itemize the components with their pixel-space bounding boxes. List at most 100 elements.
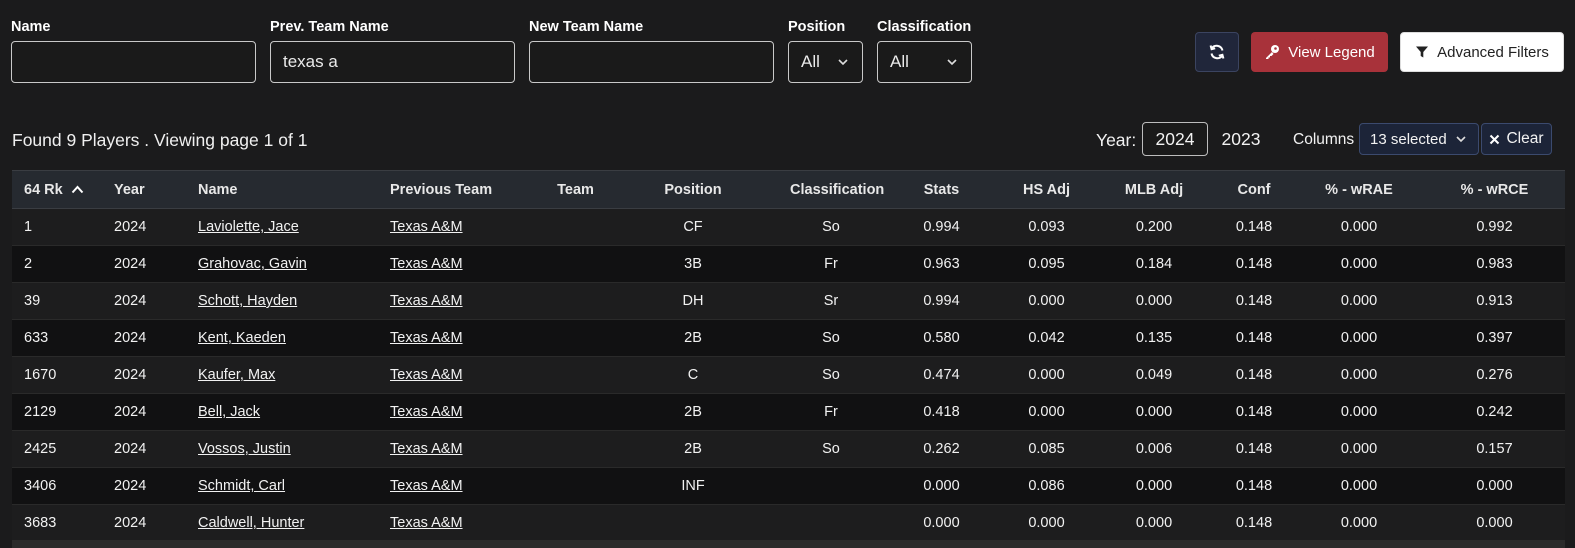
cell-previous-team: Texas A&M (378, 356, 543, 394)
cell-position: 2B (608, 393, 778, 431)
cell-wrae: 0.000 (1294, 208, 1424, 246)
table-row: 3683 2024 Caldwell, Hunter Texas A&M 0.000 0.… (12, 504, 1565, 542)
table-row: 1 2024 Laviolette, Jace Texas A&M CF So 0.994 0… (12, 208, 1565, 246)
columns-select[interactable]: 13 selected (1359, 123, 1479, 155)
player-name-link[interactable]: Caldwell, Hunter (198, 515, 304, 531)
year-2024-button[interactable]: 2024 (1142, 122, 1208, 156)
cell-mlb-adj: 0.184 (1094, 245, 1214, 283)
classification-select[interactable]: All (877, 41, 972, 83)
cell-wrce: 0.276 (1424, 356, 1565, 394)
cell-year: 2024 (102, 245, 186, 283)
cell-team (543, 504, 608, 542)
column-header-label: Year (114, 181, 145, 198)
cell-wrce: 0.913 (1424, 282, 1565, 320)
player-name-link[interactable]: Schmidt, Carl (198, 478, 285, 494)
previous-team-link[interactable]: Texas A&M (390, 441, 463, 457)
cell-mlb-adj: 0.200 (1094, 208, 1214, 246)
player-name-link[interactable]: Kaufer, Max (198, 367, 275, 383)
player-name-link[interactable]: Bell, Jack (198, 404, 260, 420)
previous-team-link[interactable]: Texas A&M (390, 404, 463, 420)
cell-wrae: 0.000 (1294, 393, 1424, 431)
prev-team-input[interactable] (270, 41, 515, 83)
cell-wrce: 0.000 (1424, 504, 1565, 542)
advanced-filters-label: Advanced Filters (1437, 43, 1549, 61)
column-header-wrae[interactable]: % - wRAE (1294, 170, 1424, 209)
clear-label: Clear (1506, 130, 1544, 147)
column-header-label: Position (664, 181, 722, 198)
cell-conf: 0.148 (1214, 504, 1294, 542)
position-select[interactable]: All (788, 41, 863, 83)
cell-name: Laviolette, Jace (186, 208, 378, 246)
column-header-team[interactable]: Team (543, 170, 608, 209)
previous-team-link[interactable]: Texas A&M (390, 293, 463, 309)
classification-filter-label: Classification (877, 19, 972, 35)
column-header-position[interactable]: Position (608, 170, 778, 209)
cell-mlb-adj: 0.135 (1094, 319, 1214, 357)
cell-team (543, 467, 608, 505)
column-header-label: Previous Team (390, 181, 493, 198)
filter-icon (1416, 46, 1429, 58)
column-header-mlb-adj[interactable]: MLB Adj (1094, 170, 1214, 209)
previous-team-link[interactable]: Texas A&M (390, 367, 463, 383)
position-filter-label: Position (788, 19, 846, 35)
players-table: 64 Rk Year Name Previous Team Team Position Cl… (12, 170, 1565, 542)
previous-team-link[interactable]: Texas A&M (390, 256, 463, 272)
columns-selected-value: 13 selected (1370, 130, 1447, 148)
horizontal-scrollbar[interactable] (12, 540, 1565, 548)
previous-team-link[interactable]: Texas A&M (390, 515, 463, 531)
new-team-input[interactable] (529, 41, 774, 83)
cell-conf: 0.148 (1214, 430, 1294, 468)
column-header-hs-adj[interactable]: HS Adj (999, 170, 1094, 209)
year-2023-button[interactable]: 2023 (1212, 122, 1270, 156)
table-row: 633 2024 Kent, Kaeden Texas A&M 2B So 0.580 0.0… (12, 319, 1565, 357)
cell-classification (778, 467, 884, 505)
previous-team-link[interactable]: Texas A&M (390, 478, 463, 494)
cell-name: Caldwell, Hunter (186, 504, 378, 542)
cell-mlb-adj: 0.000 (1094, 467, 1214, 505)
player-name-link[interactable]: Kent, Kaeden (198, 330, 286, 346)
player-name-link[interactable]: Grahovac, Gavin (198, 256, 307, 272)
column-header-name[interactable]: Name (186, 170, 378, 209)
cell-position (608, 504, 778, 542)
cell-position: 2B (608, 430, 778, 468)
view-legend-button[interactable]: View Legend (1251, 32, 1388, 72)
cell-wrce: 0.157 (1424, 430, 1565, 468)
player-name-link[interactable]: Vossos, Justin (198, 441, 291, 457)
previous-team-link[interactable]: Texas A&M (390, 330, 463, 346)
column-header-label: % - wRAE (1325, 181, 1393, 198)
cell-previous-team: Texas A&M (378, 393, 543, 431)
column-header-previous-team[interactable]: Previous Team (378, 170, 543, 209)
cell-wrae: 0.000 (1294, 504, 1424, 542)
cell-hs-adj: 0.042 (999, 319, 1094, 357)
cell-classification: Sr (778, 282, 884, 320)
cell-hs-adj: 0.000 (999, 356, 1094, 394)
cell-name: Schmidt, Carl (186, 467, 378, 505)
cell-name: Kent, Kaeden (186, 319, 378, 357)
column-header-stats[interactable]: Stats (884, 170, 999, 209)
column-header-year[interactable]: Year (102, 170, 186, 209)
cell-hs-adj: 0.093 (999, 208, 1094, 246)
column-header-classification[interactable]: Classification (778, 170, 884, 209)
player-name-link[interactable]: Schott, Hayden (198, 293, 297, 309)
cell-year: 2024 (102, 467, 186, 505)
player-name-link[interactable]: Laviolette, Jace (198, 219, 299, 235)
name-input[interactable] (11, 41, 256, 83)
cell-year: 2024 (102, 393, 186, 431)
cell-wrce: 0.000 (1424, 467, 1565, 505)
column-header-conf[interactable]: Conf (1214, 170, 1294, 209)
column-header-label: Team (557, 181, 594, 198)
cell-wrae: 0.000 (1294, 430, 1424, 468)
clear-columns-button[interactable]: Clear (1481, 123, 1552, 155)
advanced-filters-button[interactable]: Advanced Filters (1400, 32, 1564, 72)
cell-previous-team: Texas A&M (378, 282, 543, 320)
refresh-button[interactable] (1195, 32, 1239, 72)
previous-team-link[interactable]: Texas A&M (390, 219, 463, 235)
cell-wrce: 0.242 (1424, 393, 1565, 431)
column-header-wrce[interactable]: % - wRCE (1424, 170, 1565, 209)
cell-classification: So (778, 356, 884, 394)
cell-year: 2024 (102, 208, 186, 246)
sort-ascending-icon[interactable] (71, 185, 84, 194)
cell-year: 2024 (102, 504, 186, 542)
cell-conf: 0.148 (1214, 282, 1294, 320)
column-header-rank[interactable]: 64 Rk (12, 170, 102, 209)
